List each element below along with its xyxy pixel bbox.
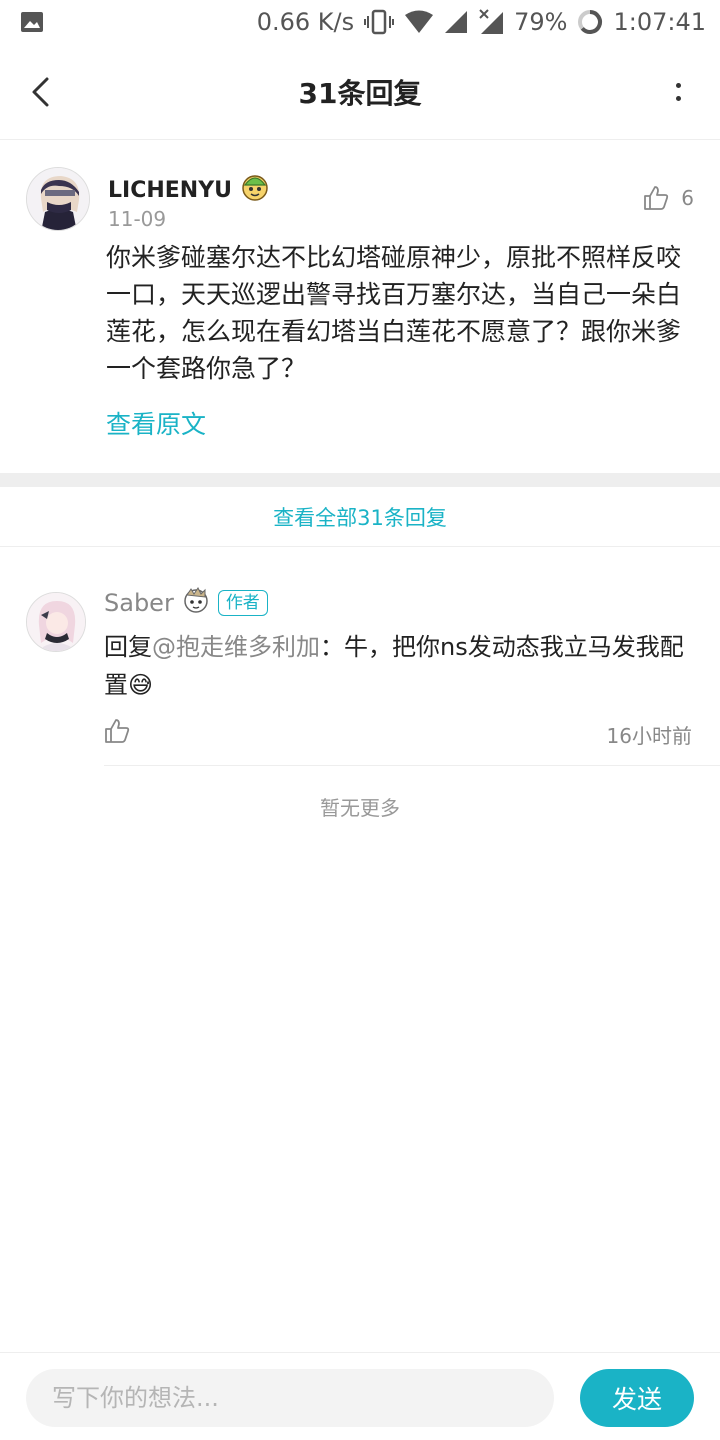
mention-link[interactable]: @抱走维多利加 [152, 633, 320, 661]
view-original-link[interactable]: 查看原文 [106, 405, 206, 441]
comment-input[interactable] [26, 1369, 554, 1427]
network-speed: 0.66 K/s [256, 8, 355, 36]
user-name-text: LICHENYU [108, 177, 232, 203]
wifi-icon [404, 10, 434, 34]
more-dot [675, 83, 681, 88]
header: 31条回复 [0, 44, 720, 140]
no-more-label: 暂无更多 [320, 796, 400, 820]
user-name[interactable]: LICHENYU [108, 173, 270, 207]
avatar[interactable] [26, 592, 86, 652]
signal-icon [444, 10, 468, 34]
thumbs-up-icon [644, 186, 669, 210]
battery-ring-icon [577, 9, 603, 35]
section-divider [0, 473, 720, 487]
reply-user-name[interactable]: Saber 作者 [104, 586, 268, 620]
status-icons: 0.66 K/s 79% 1:07:41 [257, 6, 706, 38]
comment-text: 你米爹碰塞尔达不比幻塔碰原神少，原批不照样反咬一口，天天巡逻出警寻找百万塞尔达，… [106, 243, 682, 383]
user-badge-icon [240, 173, 270, 207]
reply-like-button[interactable] [104, 718, 130, 748]
thumbs-up-icon [105, 719, 130, 743]
main-comment: LICHENYU 11-09 6 你米爹碰塞尔达不比幻塔碰原神少，原批不照样反咬… [0, 141, 720, 473]
comment-input-bar: 发送 [0, 1352, 720, 1440]
signal-no-data-icon [478, 9, 504, 35]
reply-item: Saber 作者 回复@抱走维多利加：牛，把你ns发动态我立马发我配置😅 16小… [0, 548, 720, 766]
like-button[interactable]: 6 [643, 185, 694, 211]
more-options-button[interactable] [666, 74, 690, 110]
comment-date: 11-09 [108, 207, 167, 231]
send-button[interactable]: 发送 [580, 1369, 694, 1427]
reply-user-name-text: Saber [104, 589, 174, 617]
vibrate-icon [364, 9, 395, 35]
divider [104, 765, 720, 766]
clock: 1:07:41 [613, 8, 706, 36]
reply-prefix: 回复 [104, 633, 152, 661]
view-all-replies-link[interactable]: 查看全部31条回复 [0, 487, 720, 547]
reply-timestamp: 16小时前 [606, 724, 692, 748]
like-count: 6 [681, 186, 694, 210]
status-bar: 0.66 K/s 79% 1:07:41 [0, 0, 720, 44]
author-badge: 作者 [217, 590, 268, 616]
user-badge-icon [182, 586, 210, 620]
battery-percent: 79% [514, 8, 568, 36]
page-title: 31条回复 [298, 77, 422, 110]
gallery-notification-icon [20, 10, 44, 38]
avatar[interactable] [26, 167, 90, 231]
reply-text: 回复@抱走维多利加：牛，把你ns发动态我立马发我配置😅 [104, 628, 700, 704]
more-dot [675, 96, 681, 101]
